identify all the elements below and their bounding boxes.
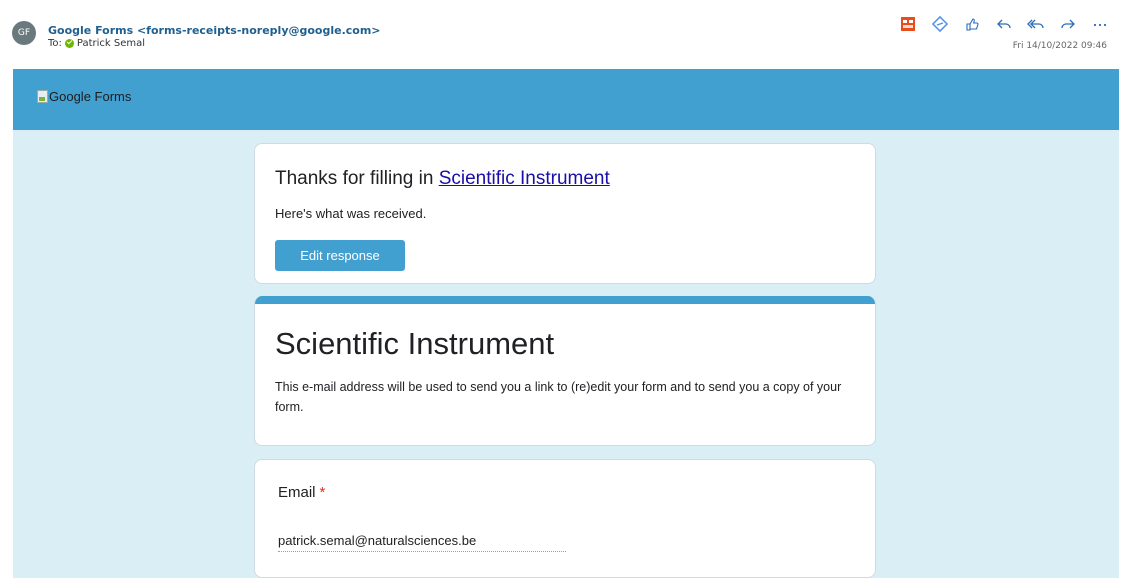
to-label: To: <box>48 38 62 49</box>
form-title: Scientific Instrument <box>275 326 555 361</box>
forms-banner: Google Forms <box>13 69 1119 130</box>
message-toolbar <box>899 14 1109 34</box>
question-card: Email * patrick.semal@naturalsciences.be <box>254 459 876 578</box>
edit-response-button[interactable]: Edit response <box>275 240 405 271</box>
message-date: Fri 14/10/2022 09:46 <box>1012 41 1107 51</box>
sender-avatar[interactable]: GF <box>12 21 36 45</box>
receipt-card: Thanks for filling in Scientific Instrum… <box>254 143 876 284</box>
broken-image-icon <box>37 90 48 103</box>
forward-icon[interactable] <box>1059 15 1077 33</box>
card-accent-bar <box>255 296 875 304</box>
form-header-card: Scientific Instrument This e-mail addres… <box>254 296 876 446</box>
reply-all-icon[interactable] <box>1027 15 1045 33</box>
google-forms-logo: Google Forms <box>37 89 131 104</box>
question-label: Email * <box>278 484 325 501</box>
recipient-name[interactable]: Patrick Semal <box>77 38 145 49</box>
required-marker: * <box>319 484 326 501</box>
more-icon[interactable] <box>1091 15 1109 33</box>
sender-name[interactable]: Google Forms <forms-receipts-noreply@goo… <box>48 24 381 37</box>
recipient-line: To: Patrick Semal <box>48 38 145 49</box>
logo-alt-text: Google Forms <box>49 89 132 104</box>
form-link[interactable]: Scientific Instrument <box>439 168 610 189</box>
question-title: Email <box>278 484 316 501</box>
received-text: Here's what was received. <box>275 206 427 221</box>
reply-icon[interactable] <box>995 15 1013 33</box>
email-header: GF Google Forms <forms-receipts-noreply@… <box>0 0 1123 68</box>
like-icon[interactable] <box>963 15 981 33</box>
thanks-prefix: Thanks for filling in <box>275 168 439 189</box>
thanks-heading: Thanks for filling in Scientific Instrum… <box>275 168 610 190</box>
viva-insights-icon[interactable] <box>931 15 949 33</box>
office-addin-icon[interactable] <box>899 15 917 33</box>
presence-available-icon <box>64 39 74 48</box>
form-description: This e-mail address will be used to send… <box>275 380 842 414</box>
email-answer: patrick.semal@naturalsciences.be <box>278 531 566 552</box>
